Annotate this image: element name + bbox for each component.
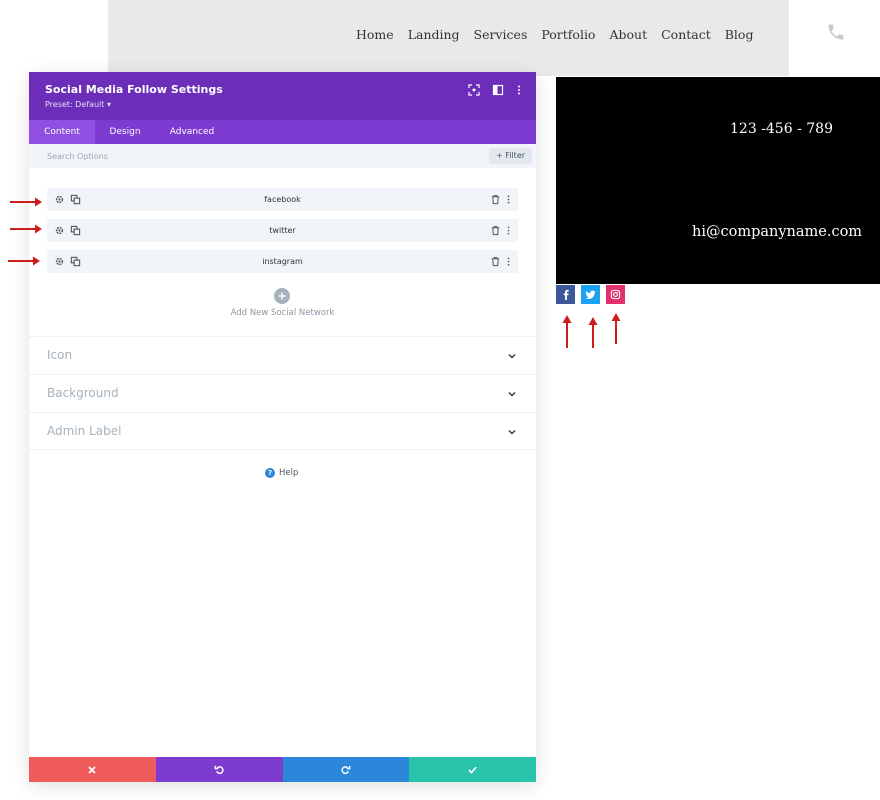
trash-icon[interactable] — [490, 225, 501, 236]
twitter-icon[interactable] — [581, 285, 600, 304]
trash-icon[interactable] — [490, 194, 501, 205]
chevron-down-icon — [508, 354, 516, 359]
list-item[interactable]: twitter — [47, 219, 518, 242]
check-icon — [468, 766, 477, 774]
help-link[interactable]: ? Help — [265, 468, 298, 478]
tab-advanced[interactable]: Advanced — [155, 120, 229, 144]
section-icon[interactable]: Icon — [29, 336, 536, 374]
redo-icon — [341, 765, 351, 775]
tab-content[interactable]: Content — [29, 120, 95, 144]
settings-modal: Social Media Follow Settings Preset: Def… — [29, 72, 536, 782]
help-label: Help — [279, 468, 299, 478]
search-input[interactable] — [39, 147, 439, 165]
network-label-twitter: twitter — [269, 226, 296, 235]
list-item[interactable]: instagram — [47, 250, 518, 273]
network-label-instagram: instagram — [262, 257, 303, 266]
save-button[interactable] — [409, 757, 536, 782]
redo-button[interactable] — [282, 757, 410, 782]
plus-icon — [278, 292, 286, 300]
section-label: Icon — [47, 348, 73, 362]
add-network-label[interactable]: Add New Social Network — [29, 308, 536, 318]
undo-icon — [214, 765, 224, 775]
plus-icon: + — [495, 151, 503, 160]
item-menu-icon[interactable] — [503, 256, 514, 267]
preview-phone-text: 123 -456 - 789 — [730, 121, 833, 137]
item-menu-icon[interactable] — [503, 225, 514, 236]
tab-design[interactable]: Design — [95, 120, 155, 144]
arrow-right-icon — [10, 224, 42, 234]
add-network-button[interactable] — [274, 288, 290, 304]
preset-selector[interactable]: Preset: Default ▾ — [45, 100, 111, 109]
more-options-icon[interactable] — [513, 84, 525, 96]
item-menu-icon[interactable] — [503, 194, 514, 205]
arrow-up-icon — [611, 313, 621, 344]
arrow-right-icon — [10, 197, 42, 207]
nav-item-portfolio[interactable]: Portfolio — [541, 27, 595, 42]
split-view-icon[interactable] — [492, 84, 504, 96]
modal-header: Social Media Follow Settings Preset: Def… — [29, 72, 536, 120]
search-row: + Filter — [29, 144, 536, 168]
arrow-right-icon — [8, 256, 40, 266]
network-label-facebook: facebook — [264, 195, 301, 204]
instagram-icon[interactable] — [606, 285, 625, 304]
preset-label: Preset: Default — [45, 100, 105, 109]
nav-item-home[interactable]: Home — [356, 27, 394, 42]
nav-item-contact[interactable]: Contact — [661, 27, 711, 42]
close-icon — [88, 765, 97, 774]
nav-item-blog[interactable]: Blog — [725, 27, 754, 42]
undo-button[interactable] — [155, 757, 283, 782]
nav-item-services[interactable]: Services — [474, 27, 528, 42]
help-icon: ? — [265, 468, 275, 478]
chevron-down-icon — [508, 392, 516, 397]
phone-icon[interactable] — [826, 22, 846, 42]
section-admin-label[interactable]: Admin Label — [29, 412, 536, 450]
modal-title: Social Media Follow Settings — [45, 83, 223, 96]
nav-item-landing[interactable]: Landing — [408, 27, 460, 42]
filter-label: Filter — [505, 151, 526, 160]
main-nav: Home Landing Services Portfolio About Co… — [356, 27, 753, 42]
trash-icon[interactable] — [490, 256, 501, 267]
section-label: Background — [47, 386, 119, 400]
arrow-up-icon — [562, 315, 572, 348]
tab-bar: Content Design Advanced — [29, 120, 536, 144]
filter-button[interactable]: + Filter — [489, 148, 532, 164]
cancel-button[interactable] — [29, 757, 156, 782]
chevron-down-icon — [508, 430, 516, 435]
arrow-up-icon — [588, 317, 598, 348]
section-background[interactable]: Background — [29, 374, 536, 412]
preview-section: 123 -456 - 789 hi@companyname.com — [556, 77, 880, 284]
section-label: Admin Label — [47, 424, 122, 438]
modal-footer — [29, 757, 536, 782]
preview-email-text: hi@companyname.com — [692, 224, 863, 240]
nav-item-about[interactable]: About — [609, 27, 647, 42]
facebook-icon[interactable] — [556, 285, 575, 304]
fullscreen-icon[interactable] — [468, 84, 480, 96]
list-item[interactable]: facebook — [47, 188, 518, 211]
